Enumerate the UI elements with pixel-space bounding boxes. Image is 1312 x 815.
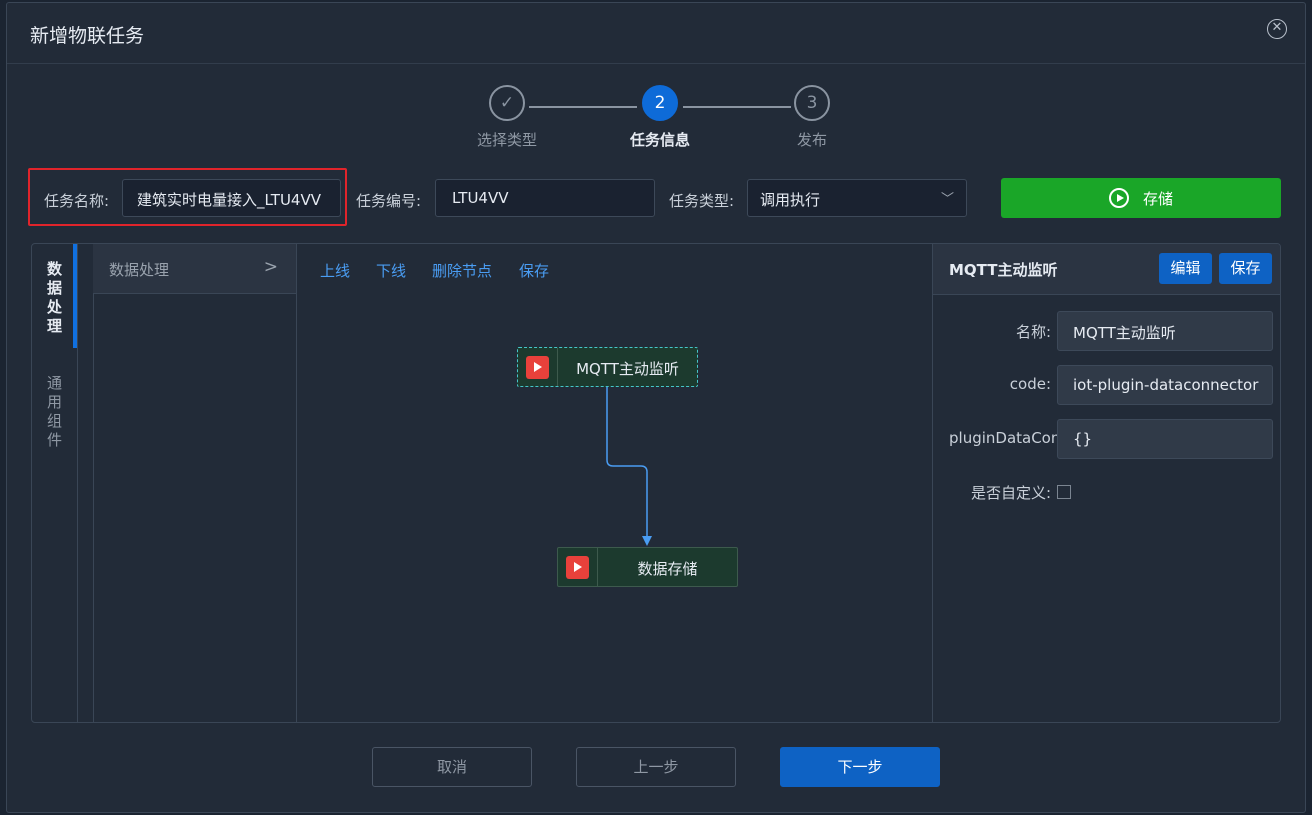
play-icon xyxy=(526,356,549,379)
dialog-header: 新增物联任务 ✕ xyxy=(7,3,1305,64)
task-name-label: 任务名称: xyxy=(44,192,110,210)
custom-label: 是否自定义: xyxy=(970,484,1051,502)
category-panel: 数据处理 > xyxy=(93,244,297,722)
flow-node-mqtt[interactable]: MQTT主动监听 xyxy=(517,347,698,387)
flow-connector xyxy=(606,387,652,546)
plugin-data-config-label: pluginDataConfig xyxy=(949,429,1057,447)
step-publish: 3 发布 xyxy=(752,85,872,150)
cancel-button[interactable]: 取消 xyxy=(372,747,532,787)
name-label: 名称: xyxy=(1015,323,1051,341)
flow-canvas[interactable]: 上线 下线 删除节点 保存 MQTT主动监听 数据存储 xyxy=(296,244,932,722)
step-task-info: 2 任务信息 xyxy=(600,85,720,150)
next-step-button[interactable]: 下一步 xyxy=(780,747,940,787)
node-name-input[interactable]: MQTT主动监听 xyxy=(1057,311,1273,351)
task-form: 任务名称: 建筑实时电量接入_LTU4VV 任务编号: LTU4VV 任务类型:… xyxy=(7,168,1307,226)
task-type-value: 调用执行 xyxy=(760,191,821,209)
category-label: 数据处理 xyxy=(109,261,170,279)
flow-node-data-storage[interactable]: 数据存储 xyxy=(557,547,738,587)
task-type-select[interactable]: 调用执行 ﹀ xyxy=(747,179,967,217)
store-button[interactable]: 存储 xyxy=(1001,178,1281,218)
panel-gutter xyxy=(77,244,94,722)
step-indicator: ✓ 选择类型 2 任务信息 3 发布 xyxy=(7,85,1307,155)
tab-data-processing[interactable]: 数据处理 xyxy=(32,260,77,336)
properties-title: MQTT主动监听 xyxy=(949,261,1058,279)
category-item[interactable]: 数据处理 > xyxy=(93,244,296,294)
node-label: MQTT主动监听 xyxy=(576,360,679,378)
dialog: 新增物联任务 ✕ ✓ 选择类型 2 任务信息 3 发布 任务名称: 建筑实时电量… xyxy=(6,2,1306,813)
step-number: 2 xyxy=(642,85,678,121)
custom-checkbox[interactable] xyxy=(1057,485,1071,499)
dialog-title: 新增物联任务 xyxy=(30,25,145,47)
step-number: 3 xyxy=(794,85,830,121)
save-button[interactable]: 保存 xyxy=(1219,253,1272,284)
step-label: 发布 xyxy=(796,131,827,149)
properties-panel: MQTT主动监听 编辑 保存 名称: MQTT主动监听 code: iot-pl… xyxy=(932,244,1280,722)
task-name-input[interactable]: 建筑实时电量接入_LTU4VV xyxy=(122,179,341,217)
chevron-right-icon: > xyxy=(263,257,278,277)
step-select-type: ✓ 选择类型 xyxy=(447,85,567,150)
edit-button[interactable]: 编辑 xyxy=(1159,253,1212,284)
component-tabs: 数据处理 通用组件 xyxy=(32,244,78,722)
flow-workspace: 数据处理 通用组件 数据处理 > 上线 下线 删除节点 保存 MQTT主动监听 … xyxy=(31,243,1281,723)
step-label: 任务信息 xyxy=(629,131,690,149)
check-icon: ✓ xyxy=(489,85,525,121)
task-type-label: 任务类型: xyxy=(669,192,735,210)
play-icon xyxy=(566,556,589,579)
play-circle-icon xyxy=(1108,188,1129,208)
chevron-down-icon: ﹀ xyxy=(940,192,954,207)
task-code-label: 任务编号: xyxy=(356,192,422,210)
plugin-data-config-input[interactable]: {} xyxy=(1057,419,1273,459)
code-label: code: xyxy=(1009,375,1051,393)
step-label: 选择类型 xyxy=(476,131,537,149)
prev-step-button[interactable]: 上一步 xyxy=(576,747,736,787)
properties-header: MQTT主动监听 编辑 保存 xyxy=(933,244,1280,295)
task-code-input[interactable]: LTU4VV xyxy=(435,179,655,217)
close-icon[interactable]: ✕ xyxy=(1267,19,1287,39)
node-label: 数据存储 xyxy=(637,560,698,578)
tab-common-components[interactable]: 通用组件 xyxy=(32,374,77,450)
store-button-label: 存储 xyxy=(1142,189,1173,208)
code-input[interactable]: iot-plugin-dataconnector xyxy=(1057,365,1273,405)
